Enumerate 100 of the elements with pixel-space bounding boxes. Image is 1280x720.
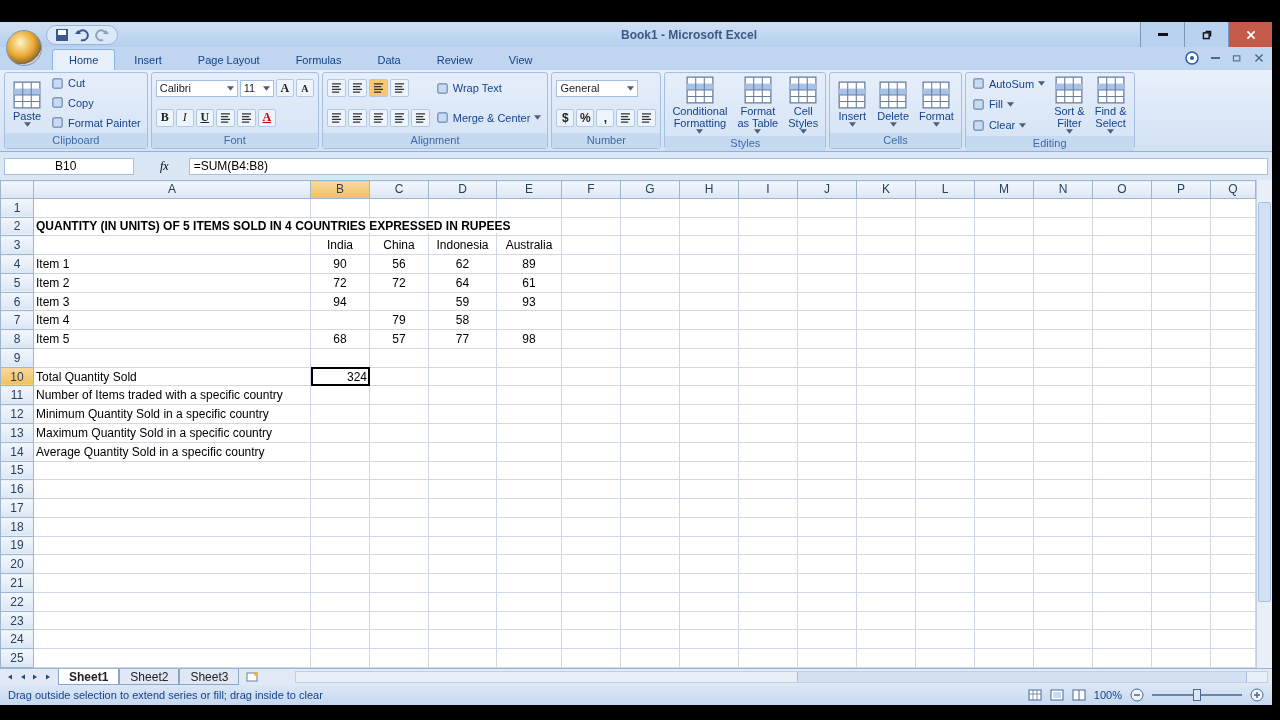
column-header[interactable]: C bbox=[369, 180, 429, 199]
column-header[interactable]: Q bbox=[1210, 180, 1256, 199]
lines-icon bbox=[351, 112, 363, 123]
number-style-button[interactable]: , bbox=[596, 108, 615, 127]
formula-field[interactable]: =SUM(B4:B8) bbox=[188, 157, 1268, 175]
lines-icon bbox=[240, 112, 252, 123]
align-button[interactable] bbox=[347, 79, 367, 98]
ribbon-button[interactable]: Format bbox=[916, 79, 957, 127]
align-button[interactable] bbox=[389, 108, 409, 127]
lines-icon bbox=[219, 112, 231, 123]
ribbon-button[interactable]: Conditional Formatting bbox=[669, 75, 731, 134]
ribbon-tab[interactable]: Data bbox=[360, 49, 418, 70]
column-header[interactable]: P bbox=[1151, 180, 1211, 199]
sheet-tab[interactable]: Sheet3 bbox=[179, 669, 240, 685]
align-button[interactable] bbox=[326, 108, 346, 127]
column-header[interactable]: I bbox=[738, 180, 798, 199]
ribbon-tab[interactable]: View bbox=[491, 49, 550, 70]
column-header[interactable]: N bbox=[1033, 180, 1093, 199]
ribbon-button[interactable]: Format as Table bbox=[734, 75, 782, 134]
column-header[interactable]: E bbox=[496, 180, 562, 199]
column-header[interactable]: F bbox=[561, 180, 621, 199]
status-message: Drag outside selection to extend series or fill; drag inside to clear bbox=[8, 689, 324, 701]
column-header[interactable]: G bbox=[620, 180, 680, 199]
column-header[interactable]: M bbox=[974, 180, 1034, 199]
caret-icon bbox=[627, 85, 635, 91]
column-header[interactable]: O bbox=[1092, 180, 1152, 199]
dropdown-field[interactable]: General bbox=[556, 79, 639, 97]
align-button[interactable] bbox=[368, 79, 388, 98]
column-header[interactable]: H bbox=[679, 180, 739, 199]
align-button[interactable] bbox=[616, 108, 636, 127]
italic-button[interactable]: I bbox=[175, 108, 194, 127]
column-header[interactable]: J bbox=[797, 180, 857, 199]
office-button[interactable] bbox=[6, 30, 42, 66]
number-style-button[interactable]: % bbox=[576, 108, 595, 127]
function-button[interactable]: fx bbox=[140, 158, 183, 174]
ribbon-button[interactable]: Clear bbox=[969, 117, 1029, 133]
column-header[interactable]: D bbox=[428, 180, 497, 199]
table-icon bbox=[12, 79, 42, 110]
bold-button[interactable]: B bbox=[155, 108, 174, 127]
ribbon-button[interactable]: Copy bbox=[49, 95, 96, 111]
zoom-slider-thumb[interactable] bbox=[1193, 689, 1201, 701]
ribbon-button[interactable]: Paste bbox=[9, 79, 45, 127]
align-button[interactable] bbox=[236, 108, 256, 127]
tool-icon bbox=[51, 96, 64, 110]
column-header[interactable]: B bbox=[310, 180, 370, 199]
align-button[interactable] bbox=[215, 108, 235, 127]
column-header[interactable]: L bbox=[915, 180, 975, 199]
dropdown-field[interactable]: Calibri bbox=[155, 79, 238, 97]
dropdown-field[interactable]: 11 bbox=[239, 79, 274, 97]
new-sheet-icon bbox=[245, 670, 260, 684]
align-button[interactable] bbox=[326, 79, 346, 98]
ribbon-button[interactable]: Find & Select bbox=[1091, 75, 1130, 134]
ribbon-tab[interactable]: Review bbox=[419, 49, 490, 70]
restore-button[interactable] bbox=[1184, 22, 1228, 47]
grow-font-button[interactable]: A bbox=[275, 79, 294, 98]
align-button[interactable] bbox=[410, 108, 430, 127]
align-button[interactable] bbox=[389, 79, 409, 98]
cell-text: Average Quantity Sold in a specific country bbox=[36, 444, 265, 459]
align-button[interactable] bbox=[347, 108, 367, 127]
ribbon-button[interactable]: Sort & Filter bbox=[1051, 75, 1088, 134]
table-icon bbox=[1095, 75, 1126, 105]
ribbon-button[interactable]: Cut bbox=[49, 75, 88, 91]
ribbon-button[interactable]: Merge & Center bbox=[433, 110, 544, 126]
ribbon-button[interactable]: Insert bbox=[834, 79, 871, 127]
sheet-tab[interactable]: Sheet1 bbox=[58, 669, 120, 685]
font-color-button[interactable]: A bbox=[257, 108, 276, 127]
ribbon-tab[interactable]: Home bbox=[52, 49, 116, 70]
ribbon-button[interactable]: AutoSum bbox=[969, 76, 1048, 92]
caret-icon bbox=[932, 121, 940, 127]
column-header[interactable]: K bbox=[856, 180, 916, 199]
ribbon-button[interactable]: Format Painter bbox=[49, 115, 143, 131]
align-button[interactable] bbox=[368, 108, 388, 127]
column-header[interactable]: A bbox=[33, 180, 311, 199]
underline-button[interactable]: U bbox=[195, 108, 214, 127]
lines-icon bbox=[393, 112, 405, 123]
sheet-tab[interactable]: Sheet2 bbox=[119, 669, 180, 685]
vertical-scrollbar[interactable] bbox=[1256, 180, 1272, 668]
ribbon-button[interactable]: Delete bbox=[874, 79, 913, 127]
cell-text: Item 3 bbox=[36, 294, 70, 309]
lines-icon bbox=[351, 83, 363, 94]
group-label: Editing bbox=[965, 136, 1134, 151]
align-button[interactable] bbox=[637, 108, 657, 127]
name-box[interactable]: B10 bbox=[4, 157, 134, 175]
caret-icon bbox=[1065, 129, 1073, 134]
page-view-icon bbox=[1071, 688, 1086, 702]
ribbon-button[interactable]: Wrap Text bbox=[433, 80, 504, 96]
tool-icon bbox=[51, 76, 64, 90]
ribbon-button[interactable]: Cell Styles bbox=[785, 75, 822, 134]
table-icon bbox=[921, 79, 952, 110]
number-style-button[interactable]: $ bbox=[556, 108, 575, 127]
shrink-font-button[interactable]: A bbox=[295, 79, 314, 98]
caret-icon bbox=[1006, 102, 1014, 107]
ribbon-tab[interactable]: Formulas bbox=[278, 49, 359, 70]
minimize-button[interactable] bbox=[1140, 22, 1184, 47]
ribbon-tab[interactable]: Page Layout bbox=[180, 49, 277, 70]
group-label: Number bbox=[552, 133, 661, 148]
horizontal-scrollbar[interactable] bbox=[295, 671, 1268, 683]
ribbon-button[interactable]: Fill bbox=[969, 97, 1016, 112]
lines-icon bbox=[372, 112, 384, 123]
ribbon-tab[interactable]: Insert bbox=[117, 49, 179, 70]
